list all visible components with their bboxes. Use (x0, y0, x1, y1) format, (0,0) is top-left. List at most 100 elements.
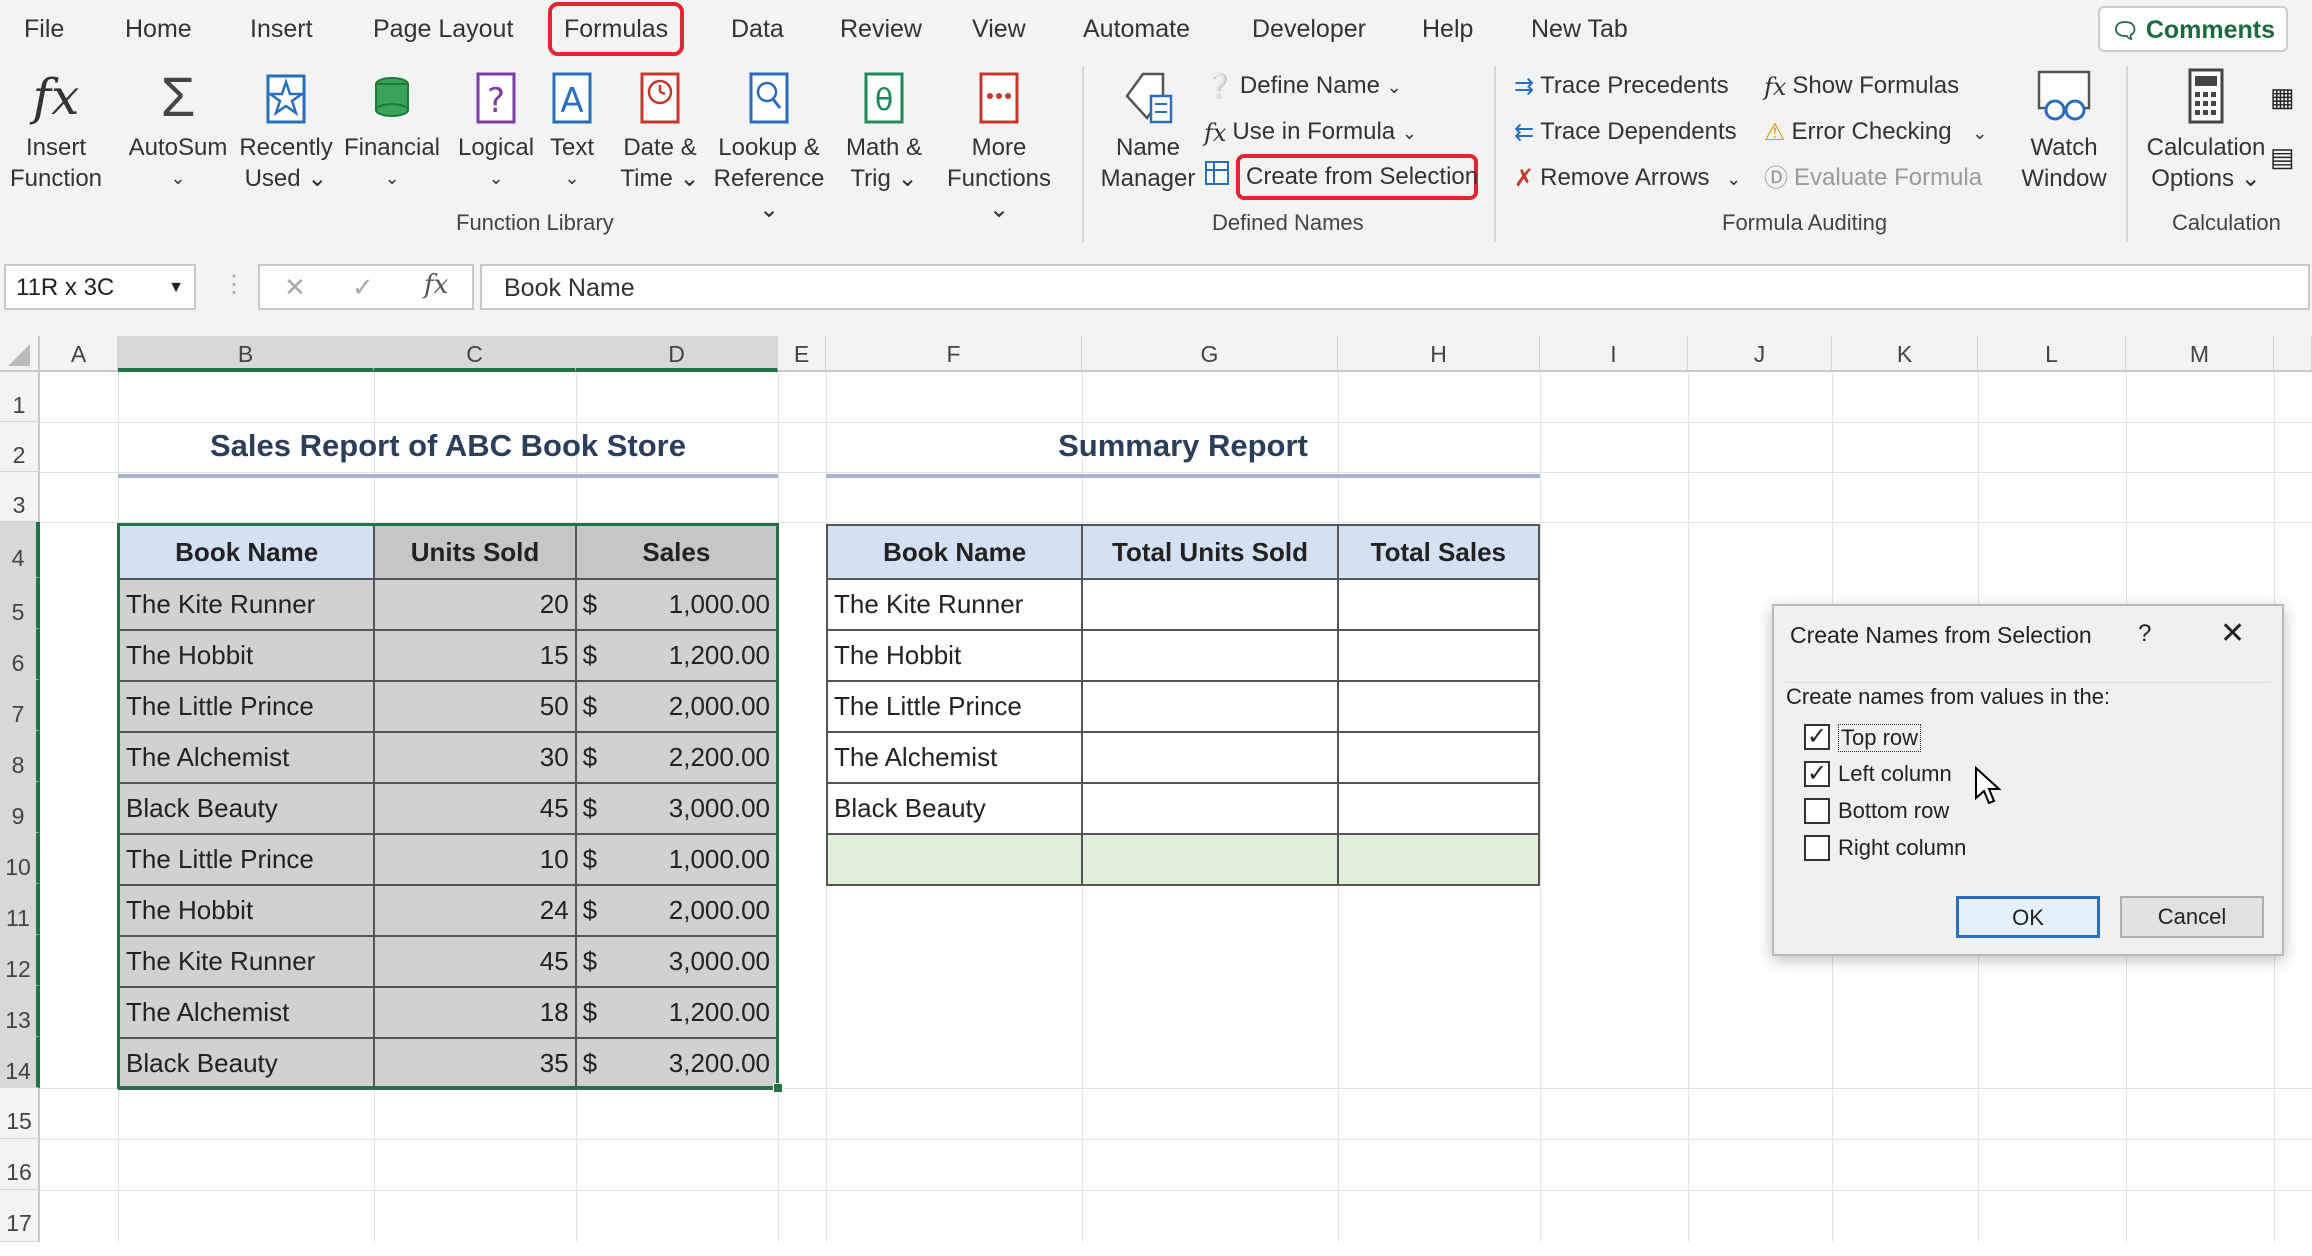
create-from-selection-row[interactable] (1204, 160, 1236, 196)
row-header-3[interactable]: 3 (0, 472, 40, 522)
row-header-1[interactable]: 1 (0, 372, 40, 422)
top-row-label[interactable]: Top row (1838, 724, 1922, 752)
total-units-cell[interactable] (1081, 578, 1339, 631)
comments-button[interactable]: 🗨 Comments (2098, 6, 2288, 52)
total-sales-cell[interactable] (1336, 731, 1541, 784)
summary-book-name-cell[interactable]: The Hobbit (825, 629, 1084, 682)
date-time-button[interactable]: Date & Time ⌄ (612, 66, 708, 194)
summary-header-book-name[interactable]: Book Name (825, 524, 1084, 580)
select-all-corner[interactable] (0, 336, 40, 372)
total-sales-cell[interactable] (1336, 629, 1541, 682)
logical-button[interactable]: ? Logical ⌄ (446, 66, 546, 194)
column-header-i[interactable]: I (1540, 336, 1688, 372)
column-header-j[interactable]: J (1688, 336, 1832, 372)
row-header-6[interactable]: 6 (0, 629, 40, 680)
total-row-cell[interactable] (1336, 833, 1541, 886)
column-header-a[interactable]: A (40, 336, 118, 372)
row-header-2[interactable]: 2 (0, 422, 40, 472)
bottom-row-checkbox[interactable] (1804, 798, 1830, 824)
watch-window-button[interactable]: Watch Window (2020, 66, 2108, 194)
tab-insert[interactable]: Insert (250, 0, 313, 58)
tab-file[interactable]: File (24, 0, 64, 58)
row-header-5[interactable]: 5 (0, 578, 40, 629)
recently-used-button[interactable]: Recently Used ⌄ (236, 66, 336, 194)
column-header-h[interactable]: H (1338, 336, 1540, 372)
summary-book-name-cell[interactable]: The Alchemist (825, 731, 1084, 784)
right-column-label[interactable]: Right column (1838, 835, 1966, 861)
tab-developer[interactable]: Developer (1252, 0, 1366, 58)
row-header-17[interactable]: 17 (0, 1190, 40, 1242)
autosum-button[interactable]: Σ AutoSum ⌄ (126, 66, 230, 194)
tab-formulas[interactable]: Formulas (548, 2, 685, 56)
total-sales-cell[interactable] (1336, 782, 1541, 835)
show-formulas-button[interactable]: fx Show Formulas (1764, 68, 1959, 104)
tab-data[interactable]: Data (731, 0, 784, 58)
column-header-l[interactable]: L (1978, 336, 2126, 372)
column-header-c[interactable]: C (374, 336, 576, 372)
cancel-button[interactable]: Cancel (2120, 896, 2264, 938)
column-header-m[interactable]: M (2126, 336, 2274, 372)
row-header-9[interactable]: 9 (0, 782, 40, 833)
total-units-cell[interactable] (1081, 782, 1339, 835)
calculate-now-icon[interactable]: ▦ (2270, 82, 2295, 113)
top-row-checkbox[interactable]: ✓ (1804, 723, 1830, 750)
column-header-d[interactable]: D (576, 336, 778, 372)
remove-arrows-button[interactable]: ✗ Remove Arrows ⌄ (1514, 160, 1741, 196)
column-header-g[interactable]: G (1082, 336, 1338, 372)
ok-button[interactable]: OK (1956, 896, 2100, 938)
lookup-reference-button[interactable]: Lookup & Reference ⌄ (706, 66, 832, 225)
row-header-13[interactable]: 13 (0, 986, 40, 1037)
help-button[interactable]: ? (2138, 620, 2151, 648)
close-icon[interactable]: ✕ (2220, 616, 2245, 651)
row-header-11[interactable]: 11 (0, 884, 40, 935)
enter-check-icon[interactable]: ✓ (352, 272, 374, 303)
total-units-cell[interactable] (1081, 731, 1339, 784)
calculation-options-button[interactable]: Calculation Options ⌄ (2144, 66, 2268, 194)
column-header-n[interactable] (2274, 336, 2312, 372)
total-units-cell[interactable] (1081, 680, 1339, 733)
financial-button[interactable]: Financial ⌄ (340, 66, 444, 194)
more-functions-button[interactable]: More Functions ⌄ (936, 66, 1062, 225)
text-button[interactable]: A Text ⌄ (546, 66, 598, 194)
calculate-sheet-icon[interactable]: ▤ (2270, 142, 2295, 173)
summary-book-name-cell[interactable]: The Little Prince (825, 680, 1084, 733)
row-header-14[interactable]: 14 (0, 1037, 40, 1088)
fill-handle[interactable] (773, 1083, 783, 1093)
tab-page-layout[interactable]: Page Layout (373, 0, 513, 58)
create-from-selection-button[interactable]: Create from Selection (1236, 154, 1478, 200)
trace-precedents-button[interactable]: ⇉ Trace Precedents (1514, 68, 1729, 104)
tab-home[interactable]: Home (125, 0, 192, 58)
column-header-b[interactable]: B (118, 336, 374, 372)
name-box[interactable]: 11R x 3C ▼ (4, 264, 196, 310)
total-row-cell[interactable] (1081, 833, 1339, 886)
define-name-button[interactable]: ❔ Define Name ⌄ (1204, 68, 1402, 104)
tab-view[interactable]: View (972, 0, 1026, 58)
summary-book-name-cell[interactable]: Black Beauty (825, 782, 1084, 835)
tab-review[interactable]: Review (840, 0, 922, 58)
error-checking-button[interactable]: ⚠ Error Checking ⌄ (1764, 114, 1987, 150)
right-column-checkbox[interactable] (1804, 835, 1830, 861)
trace-dependents-button[interactable]: ⇇ Trace Dependents (1514, 114, 1737, 150)
row-header-15[interactable]: 15 (0, 1088, 40, 1139)
left-column-checkbox[interactable]: ✓ (1804, 760, 1830, 787)
row-header-8[interactable]: 8 (0, 731, 40, 782)
total-sales-cell[interactable] (1336, 578, 1541, 631)
row-header-10[interactable]: 10 (0, 833, 40, 884)
summary-header-total-sales[interactable]: Total Sales (1336, 524, 1541, 580)
chevron-down-icon[interactable]: ▼ (168, 266, 184, 310)
row-header-16[interactable]: 16 (0, 1139, 40, 1190)
left-column-label[interactable]: Left column (1838, 761, 1952, 787)
row-header-4[interactable]: 4 (0, 522, 40, 578)
cancel-icon[interactable]: ✕ (284, 272, 306, 303)
name-manager-button[interactable]: Name Manager (1098, 66, 1198, 194)
summary-book-name-cell[interactable]: The Kite Runner (825, 578, 1084, 631)
row-header-7[interactable]: 7 (0, 680, 40, 731)
total-sales-cell[interactable] (1336, 680, 1541, 733)
column-header-k[interactable]: K (1832, 336, 1978, 372)
tab-automate[interactable]: Automate (1083, 0, 1190, 58)
row-header-12[interactable]: 12 (0, 935, 40, 986)
formula-input[interactable]: Book Name (480, 264, 2310, 310)
column-header-f[interactable]: F (826, 336, 1082, 372)
total-row-cell[interactable] (825, 833, 1084, 886)
evaluate-formula-button[interactable]: Ⓓ Evaluate Formula (1764, 160, 1982, 196)
